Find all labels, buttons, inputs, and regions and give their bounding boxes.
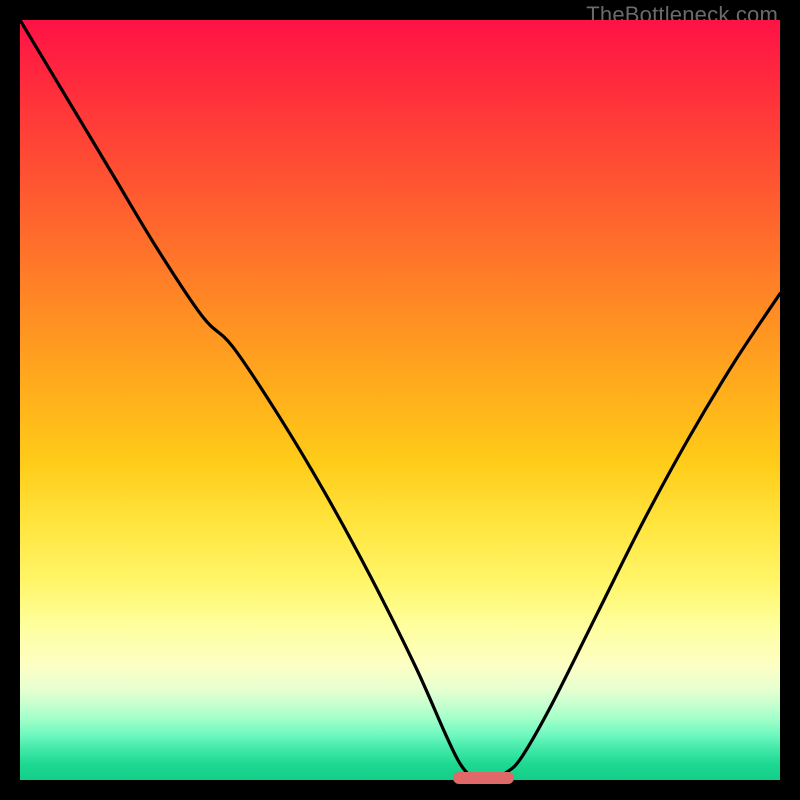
optimal-range-marker bbox=[453, 772, 514, 784]
chart-frame: TheBottleneck.com bbox=[0, 0, 800, 800]
plot-area bbox=[20, 20, 780, 780]
bottleneck-curve bbox=[20, 20, 780, 780]
